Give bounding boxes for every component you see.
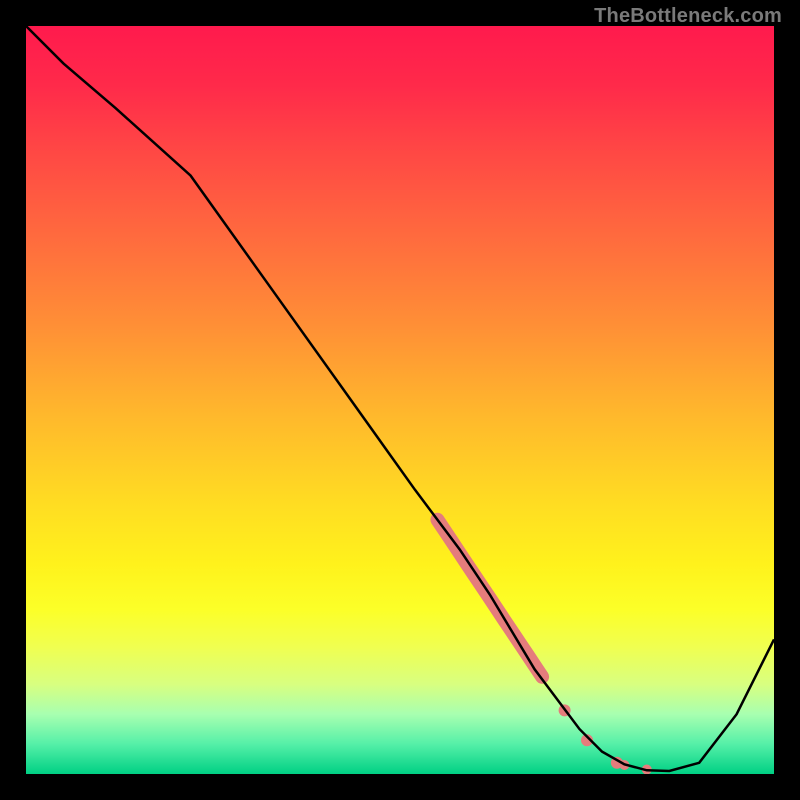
scatter-points xyxy=(437,520,651,774)
watermark-text: TheBottleneck.com xyxy=(594,5,782,28)
chart-svg xyxy=(26,26,774,774)
chart-frame: TheBottleneck.com xyxy=(0,0,800,800)
plot-area xyxy=(26,26,774,774)
bottleneck-curve xyxy=(26,26,774,771)
